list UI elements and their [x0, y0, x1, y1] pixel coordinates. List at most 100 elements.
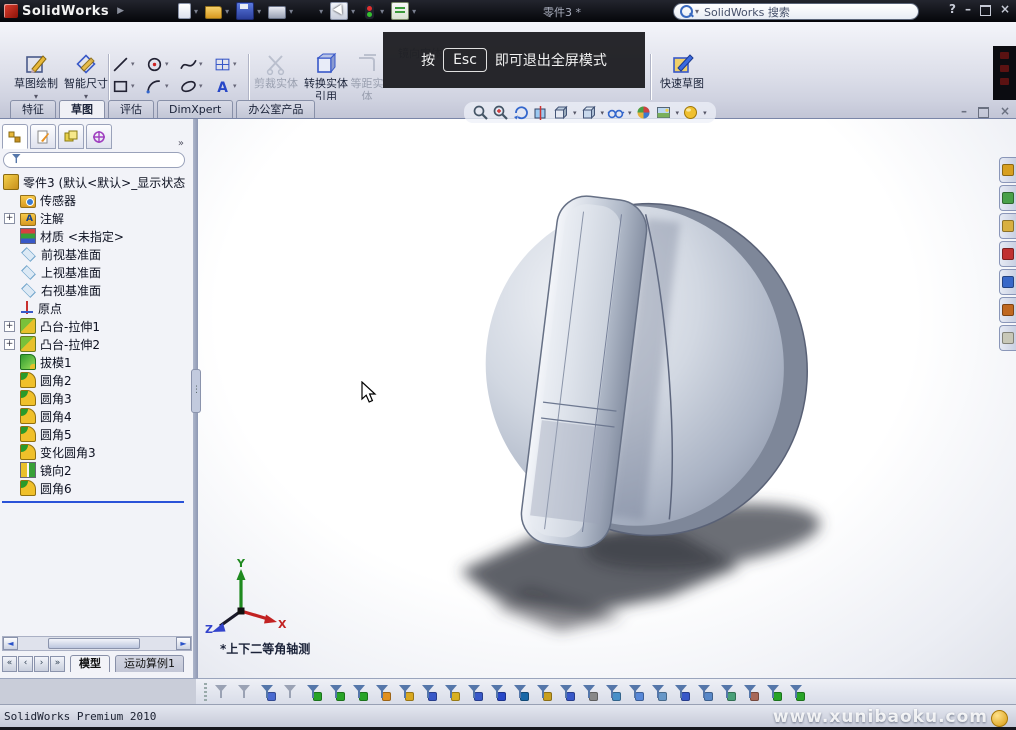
- next-tab-icon[interactable]: ›: [34, 656, 49, 672]
- selection-filter-icon-14[interactable]: [513, 682, 529, 701]
- tree-item-圆角2[interactable]: 圆角2: [0, 371, 192, 389]
- tree-filter-input[interactable]: [3, 152, 185, 168]
- tree-item-上视基准面[interactable]: 上视基准面: [0, 263, 192, 281]
- restore-button[interactable]: [980, 5, 991, 16]
- design-library-tab[interactable]: [999, 185, 1016, 211]
- selection-filter-icon-4[interactable]: [283, 682, 299, 701]
- doc-restore-button[interactable]: [978, 107, 989, 118]
- selection-filter-icon-15[interactable]: [536, 682, 552, 701]
- new-document-dropdown-icon[interactable]: ▾: [194, 7, 198, 16]
- previous-view-icon[interactable]: [512, 104, 530, 122]
- toolbar-drag-handle[interactable]: [204, 683, 207, 701]
- sketch-arc-button[interactable]: ▾: [146, 75, 180, 97]
- tree-item-镜向2[interactable]: 镜向2: [0, 461, 192, 479]
- sketch-line-button[interactable]: ▾: [112, 53, 146, 75]
- help-button[interactable]: ?: [949, 2, 956, 16]
- tree-item-圆角3[interactable]: 圆角3: [0, 389, 192, 407]
- panel-tabs-overflow-icon[interactable]: »: [178, 138, 190, 149]
- selection-filter-icon-19[interactable]: [628, 682, 644, 701]
- section-view-icon[interactable]: [532, 104, 550, 122]
- document-recovery-tab[interactable]: [999, 325, 1016, 351]
- options-icon[interactable]: [391, 2, 409, 20]
- tree-item-传感器[interactable]: 传感器: [0, 191, 192, 209]
- selection-filter-icon-23[interactable]: [720, 682, 736, 701]
- open-icon[interactable]: [205, 6, 222, 19]
- display-style-dropdown-icon[interactable]: ▾: [601, 109, 605, 117]
- expander-icon[interactable]: +: [4, 321, 15, 332]
- dimxpertmanager-tab[interactable]: [86, 124, 112, 149]
- doc-minimize-button[interactable]: –: [961, 104, 967, 118]
- undo-icon[interactable]: [300, 3, 316, 19]
- print-dropdown-icon[interactable]: ▾: [289, 7, 293, 16]
- selection-filter-icon-5[interactable]: [306, 682, 322, 701]
- search-input[interactable]: ▾ SolidWorks 搜索: [673, 3, 919, 20]
- tree-item-圆角4[interactable]: 圆角4: [0, 407, 192, 425]
- selection-filter-icon-12[interactable]: [467, 682, 483, 701]
- options-dropdown-icon[interactable]: ▾: [412, 7, 416, 16]
- tab-草图[interactable]: 草图: [59, 100, 105, 118]
- selection-filter-icon-10[interactable]: [421, 682, 437, 701]
- edit-appearance-icon[interactable]: [635, 104, 653, 122]
- selection-filter-icon-13[interactable]: [490, 682, 506, 701]
- sketch-ellipse-button[interactable]: ▾: [180, 75, 214, 97]
- graphics-viewport[interactable]: Y X Z *上下二等角轴测: [198, 119, 1016, 678]
- tab-评估[interactable]: 评估: [108, 100, 154, 118]
- view-palette-tab[interactable]: [999, 241, 1016, 267]
- menu-expand-arrow-icon[interactable]: ▶: [117, 6, 124, 16]
- tree-item-变化圆角3[interactable]: 变化圆角3: [0, 443, 192, 461]
- configurationmanager-tab[interactable]: [58, 124, 84, 149]
- view-orientation-icon[interactable]: [552, 104, 570, 122]
- tree-item-凸台-拉伸2[interactable]: +凸台-拉伸2: [0, 335, 192, 353]
- tree-item-凸台-拉伸1[interactable]: +凸台-拉伸1: [0, 317, 192, 335]
- minimize-button[interactable]: –: [965, 2, 971, 16]
- selection-filter-icon-11[interactable]: [444, 682, 460, 701]
- print-icon[interactable]: [268, 6, 286, 19]
- selection-filter-icon-2[interactable]: [237, 682, 253, 701]
- select-icon[interactable]: [330, 2, 348, 20]
- sketch-sketch-picture-button[interactable]: ▾: [214, 53, 248, 75]
- tree-item-注解[interactable]: +注解: [0, 209, 192, 227]
- first-tab-icon[interactable]: «: [2, 656, 17, 672]
- featuremanager-tab[interactable]: [2, 124, 28, 149]
- selection-filter-icon-1[interactable]: [214, 682, 230, 701]
- save-icon[interactable]: [236, 2, 254, 20]
- selection-filter-icon-3[interactable]: [260, 682, 276, 701]
- view-settings-icon[interactable]: [682, 104, 700, 122]
- tree-item-原点[interactable]: 原点: [0, 299, 192, 317]
- hide-show-items-dropdown-icon[interactable]: ▾: [628, 109, 632, 117]
- expander-icon[interactable]: +: [4, 339, 15, 350]
- zoom-to-fit-icon[interactable]: [472, 104, 490, 122]
- file-explorer-tab[interactable]: [999, 213, 1016, 239]
- select-dropdown-icon[interactable]: ▾: [351, 7, 355, 16]
- selection-filter-icon-7[interactable]: [352, 682, 368, 701]
- propertymanager-tab[interactable]: [30, 124, 56, 149]
- tree-root-item[interactable]: 零件3 (默认<默认>_显示状态: [0, 173, 192, 191]
- selection-filter-icon-18[interactable]: [605, 682, 621, 701]
- selection-filter-icon-25[interactable]: [766, 682, 782, 701]
- selection-filter-icon-17[interactable]: [582, 682, 598, 701]
- sketch-spline-button[interactable]: ▾: [180, 53, 214, 75]
- selection-filter-icon-24[interactable]: [743, 682, 759, 701]
- selection-filter-icon-16[interactable]: [559, 682, 575, 701]
- appearances-scenes-tab[interactable]: [999, 269, 1016, 295]
- selection-filter-icon-20[interactable]: [651, 682, 667, 701]
- tab-DimXpert[interactable]: DimXpert: [157, 100, 233, 118]
- search-dropdown-icon[interactable]: ▾: [695, 7, 699, 16]
- selection-filter-icon-9[interactable]: [398, 682, 414, 701]
- hide-show-items-icon[interactable]: [607, 104, 625, 122]
- motion-study-tab[interactable]: 运动算例1: [115, 655, 184, 672]
- display-style-icon[interactable]: [580, 104, 598, 122]
- tree-item-圆角5[interactable]: 圆角5: [0, 425, 192, 443]
- apply-scene-dropdown-icon[interactable]: ▾: [676, 109, 680, 117]
- view-settings-dropdown-icon[interactable]: ▾: [703, 109, 707, 117]
- new-document-icon[interactable]: [178, 3, 191, 19]
- zoom-to-area-icon[interactable]: [492, 104, 510, 122]
- close-button[interactable]: ×: [1000, 2, 1010, 16]
- selection-filter-icon-21[interactable]: [674, 682, 690, 701]
- sketch-text-button[interactable]: A▾: [214, 75, 248, 97]
- tree-item-拔模1[interactable]: 拔模1: [0, 353, 192, 371]
- tree-horizontal-scrollbar[interactable]: ◄ ►: [2, 636, 192, 651]
- sketch-circle-button[interactable]: ▾: [146, 53, 180, 75]
- tree-item-圆角6[interactable]: 圆角6: [0, 479, 192, 497]
- scroll-left-icon[interactable]: ◄: [3, 637, 18, 650]
